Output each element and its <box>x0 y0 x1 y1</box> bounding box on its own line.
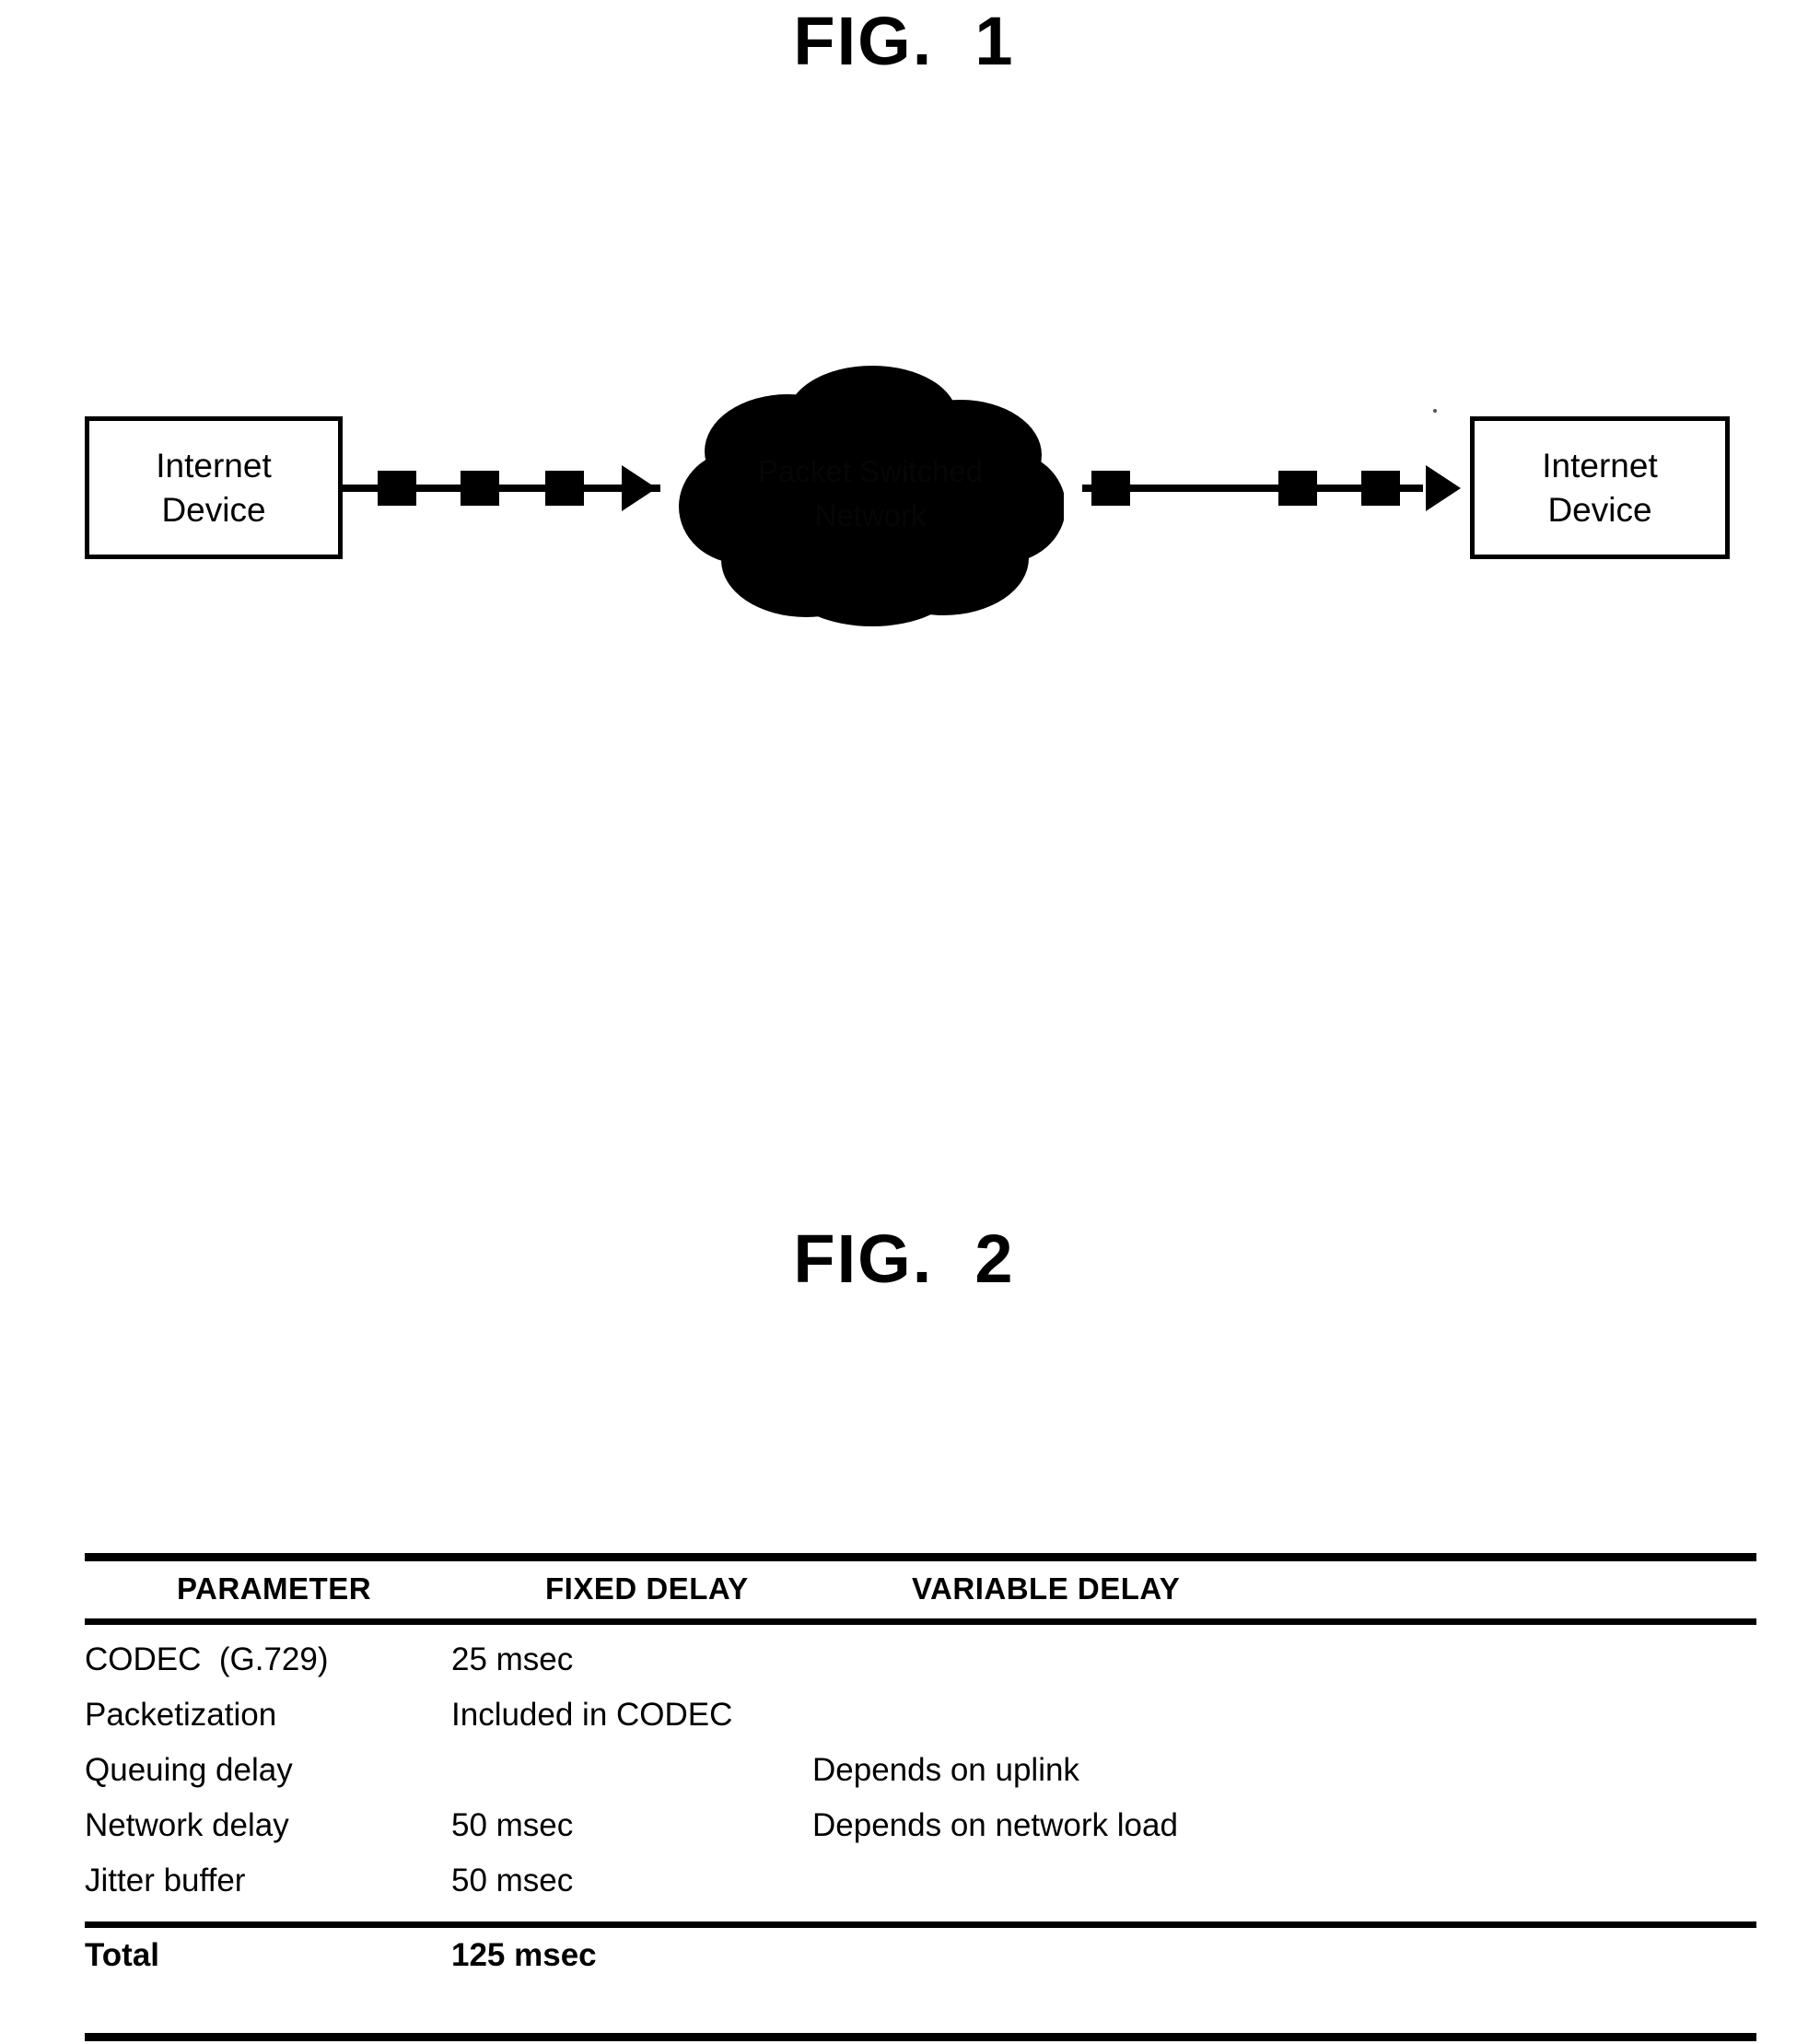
cell-variable-delay: Depends on uplink <box>812 1752 1079 1788</box>
delay-budget-table: PARAMETER FIXED DELAY VARIABLE DELAY COD… <box>85 1553 1756 2041</box>
table-row: CODEC (G.729) 25 msec <box>85 1632 1756 1688</box>
table-top-rule <box>85 1553 1756 1561</box>
cell-total-parameter: Total <box>85 1937 160 1973</box>
cell-total-fixed-delay: 125 msec <box>451 1937 597 1973</box>
figure-2-title: FIG. 2 <box>793 1221 1015 1297</box>
cell-variable-delay: Depends on network load <box>812 1807 1178 1843</box>
column-header-fixed-delay: FIXED DELAY <box>545 1571 749 1606</box>
cell-parameter: Network delay <box>85 1807 289 1843</box>
internet-device-right-label-line1: Internet <box>1542 447 1658 485</box>
table-row: Jitter buffer 50 msec <box>85 1853 1756 1909</box>
cell-parameter: Queuing delay <box>85 1752 293 1788</box>
table-total-rule <box>85 1921 1756 1928</box>
cell-fixed-delay: 25 msec <box>451 1641 574 1677</box>
table-total-row: Total 125 msec <box>85 1928 1756 1983</box>
packet-icon <box>378 471 416 506</box>
table-row: Network delay 50 msec Depends on network… <box>85 1798 1756 1853</box>
cell-fixed-delay: Included in CODEC <box>451 1697 733 1733</box>
internet-device-left-label-line1: Internet <box>156 447 272 485</box>
column-header-parameter: PARAMETER <box>177 1571 372 1606</box>
packet-icon <box>1278 471 1317 506</box>
internet-device-left-box: Internet Device <box>85 416 343 559</box>
scan-artifact-dot <box>1433 409 1437 413</box>
packet-icon <box>545 471 584 506</box>
cell-fixed-delay: 50 msec <box>451 1807 574 1843</box>
cell-parameter: Jitter buffer <box>85 1863 246 1898</box>
internet-device-left-label-line2: Device <box>161 490 266 529</box>
packet-icon <box>1091 471 1130 506</box>
cell-parameter: Packetization <box>85 1697 277 1733</box>
column-header-variable-delay: VARIABLE DELAY <box>912 1571 1181 1606</box>
table-bottom-rule <box>85 2033 1756 2041</box>
internet-device-right-label-line2: Device <box>1547 490 1652 529</box>
cell-fixed-delay: 50 msec <box>451 1863 574 1898</box>
internet-device-right-box: Internet Device <box>1470 416 1730 559</box>
packet-icon <box>1361 471 1400 506</box>
figure-1-diagram: Internet Device Packet Switched Network <box>0 0 1808 1142</box>
table-row: Packetization Included in CODEC <box>85 1688 1756 1743</box>
table-header-row: PARAMETER FIXED DELAY VARIABLE DELAY <box>85 1561 1756 1618</box>
arrowhead-icon-left <box>622 465 657 511</box>
arrowhead-icon-right <box>1426 465 1461 511</box>
packet-icon <box>461 471 499 506</box>
table-row: Queuing delay Depends on uplink <box>85 1743 1756 1798</box>
packet-switched-network-cloud: Packet Switched Network <box>677 359 1064 626</box>
cell-parameter: CODEC (G.729) <box>85 1641 329 1677</box>
table-header-rule <box>85 1618 1756 1625</box>
